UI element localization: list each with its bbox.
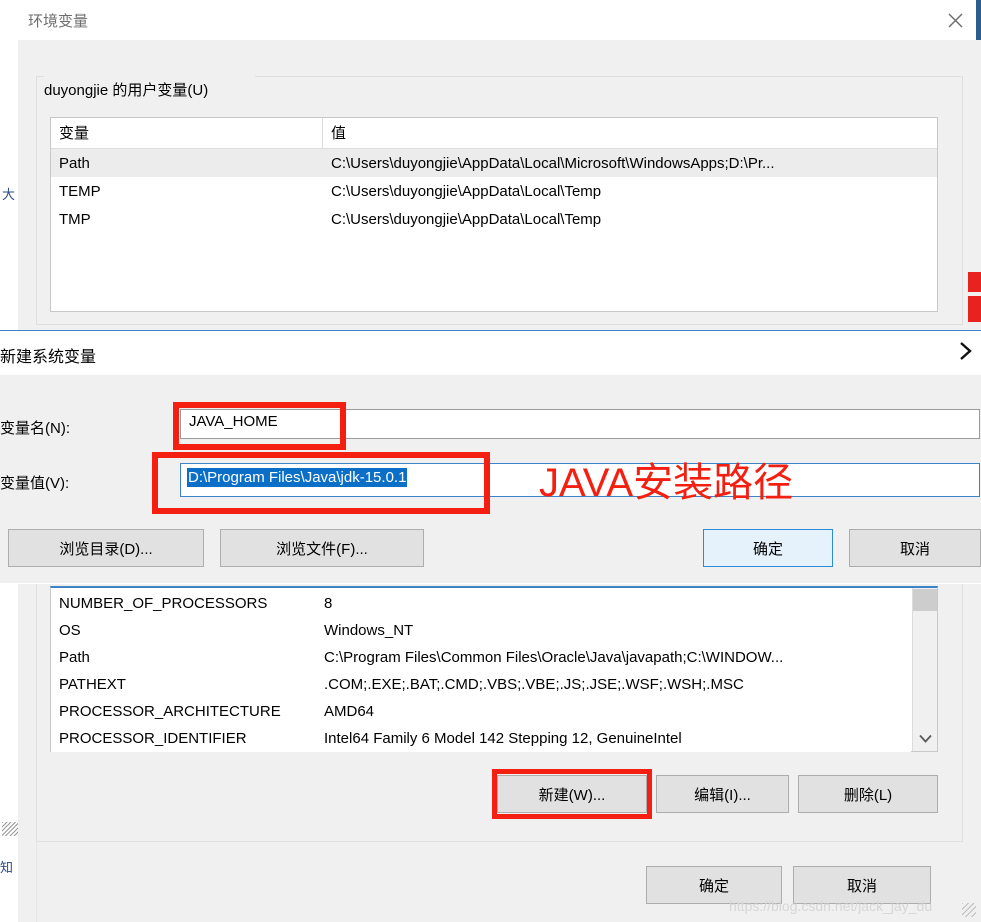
close-icon[interactable] (938, 7, 972, 33)
table-row[interactable]: NUMBER_OF_PROCESSORS 8 (51, 590, 911, 617)
edit-system-variable-button[interactable]: 编辑(I)... (656, 775, 789, 813)
cell-variable-name: PATHEXT (59, 676, 126, 693)
background-partial-glyph-upper: 大 (2, 187, 16, 202)
groupbox-left-edge (36, 841, 37, 922)
cell-variable-value: C:\Users\duyongjie\AppData\Local\Temp (331, 182, 602, 200)
browse-file-button[interactable]: 浏览文件(F)... (220, 529, 424, 567)
table-row[interactable]: TEMP C:\Users\duyongjie\AppData\Local\Te… (51, 177, 937, 205)
cell-variable-name: Path (59, 649, 90, 666)
cell-variable-value: AMD64 (324, 703, 375, 720)
user-variables-label: duyongjie 的用户变量(U) (38, 79, 310, 101)
cell-variable-value: C:\Users\duyongjie\AppData\Local\Temp (331, 210, 602, 228)
table-row[interactable]: Path C:\Program Files\Common Files\Oracl… (51, 644, 911, 671)
background-hatch-decoration (2, 822, 18, 836)
annotation-highlight-new-button (492, 769, 652, 819)
variable-name-label: 变量名(N): (0, 420, 70, 437)
watermark: https://blog.csdn.net/jack_jay_du (729, 898, 933, 914)
cell-variable-name: Path (59, 154, 90, 172)
inner-cancel-button[interactable]: 取消 (849, 529, 981, 567)
cell-variable-value: Windows_NT (324, 622, 414, 639)
cell-variable-value: C:\Program Files\Common Files\Oracle\Jav… (324, 649, 784, 666)
background-window-right-edge (976, 0, 981, 40)
table-row[interactable]: Path C:\Users\duyongjie\AppData\Local\Mi… (51, 149, 937, 177)
cell-variable-name: TMP (59, 210, 91, 228)
browse-directory-button[interactable]: 浏览目录(D)... (8, 529, 204, 567)
groupbox-top-left-line (36, 76, 44, 77)
table-row[interactable]: PATHEXT .COM;.EXE;.BAT;.CMD;.VBS;.VBE;.J… (51, 671, 911, 698)
cell-variable-value: C:\Users\duyongjie\AppData\Local\Microso… (331, 154, 775, 172)
cell-variable-value: .COM;.EXE;.BAT;.CMD;.VBS;.VBE;.JS;.JSE;.… (324, 676, 744, 693)
table-row[interactable]: PROCESSOR_ARCHITECTURE AMD64 (51, 698, 911, 725)
annotation-text-java-path: JAVA安装路径 (539, 461, 794, 505)
cell-variable-value: 8 (324, 595, 333, 612)
table-row[interactable]: TMP C:\Users\duyongjie\AppData\Local\Tem… (51, 205, 937, 233)
variable-value-label: 变量值(V): (0, 475, 70, 492)
table-row[interactable]: OS Windows_NT (51, 617, 911, 644)
column-header-variable[interactable]: 变量 (51, 118, 323, 148)
scrollbar-thumb[interactable] (913, 589, 937, 611)
delete-system-variable-button[interactable]: 删除(L) (798, 775, 938, 813)
cell-variable-name: OS (59, 622, 81, 639)
resize-grip[interactable] (962, 903, 976, 917)
chevron-right-icon[interactable] (958, 340, 981, 368)
cell-variable-name: PROCESSOR_IDENTIFIER (59, 730, 247, 747)
annotation-highlight-edge-upper (968, 272, 981, 292)
annotation-highlight-edge-lower (968, 296, 981, 322)
outer-dialog-title: 环境变量 (28, 13, 89, 30)
inner-dialog-title: 新建系统变量 (0, 349, 97, 366)
chevron-down-icon[interactable] (913, 726, 937, 750)
groupbox-top-right-line (255, 76, 961, 77)
user-variables-header-row: 变量 值 (51, 118, 937, 149)
user-variables-list[interactable]: 变量 值 Path C:\Users\duyongjie\AppData\Loc… (50, 117, 938, 312)
annotation-highlight-variable-value (152, 452, 490, 514)
cell-variable-name: TEMP (59, 182, 101, 200)
system-variables-rows: NUMBER_OF_PROCESSORS 8 OS Windows_NT Pat… (51, 590, 911, 752)
inner-ok-button[interactable]: 确定 (703, 529, 833, 567)
table-row[interactable]: PROCESSOR_IDENTIFIER Intel64 Family 6 Mo… (51, 725, 911, 752)
cell-variable-name: NUMBER_OF_PROCESSORS (59, 595, 268, 612)
cell-variable-value: Intel64 Family 6 Model 142 Stepping 12, … (324, 730, 682, 747)
background-partial-glyph-lower: 知 (0, 860, 14, 875)
cell-variable-name: PROCESSOR_ARCHITECTURE (59, 703, 281, 720)
annotation-highlight-variable-name (173, 402, 346, 450)
column-header-value[interactable]: 值 (323, 118, 937, 148)
